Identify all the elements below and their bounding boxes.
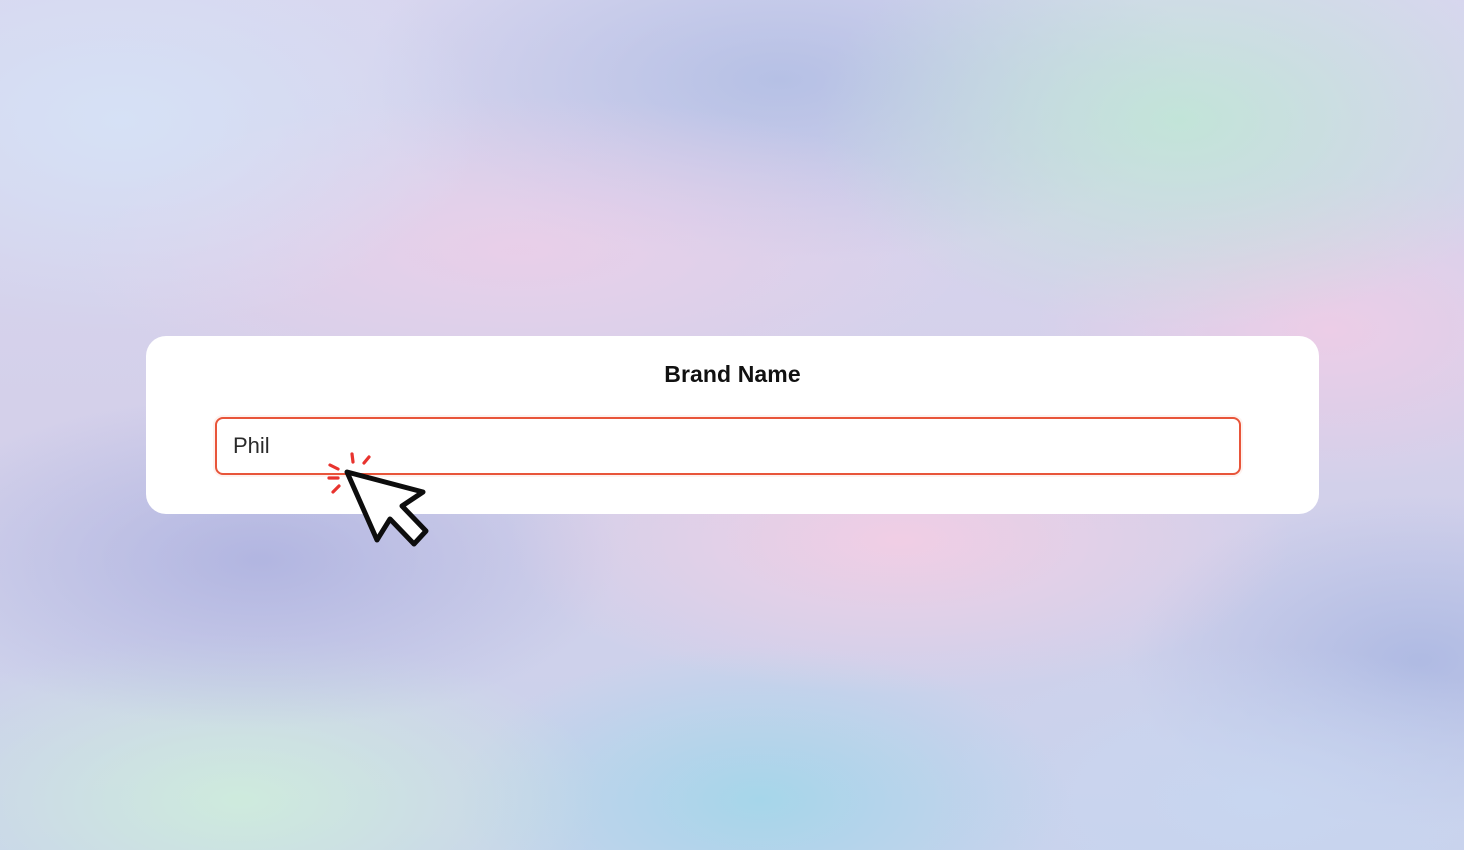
mouse-pointer-click-icon xyxy=(327,452,429,547)
card-title: Brand Name xyxy=(664,361,801,387)
cursor-arrow xyxy=(344,469,429,547)
brand-name-input-value: Phil xyxy=(233,433,270,458)
